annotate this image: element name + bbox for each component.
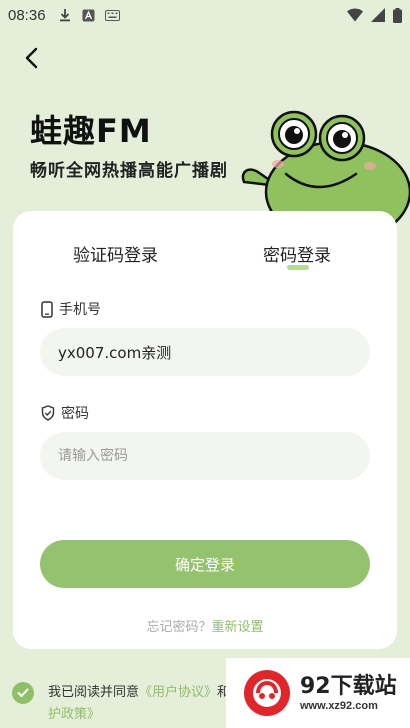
keyboard-icon: [104, 9, 120, 21]
phone-icon: [41, 300, 53, 318]
status-time: 08:36: [8, 6, 46, 24]
status-notification-icons: [58, 8, 120, 22]
status-system-icons: [347, 7, 402, 23]
agreement-prefix: 我已阅读并同意: [48, 685, 140, 700]
back-button[interactable]: [18, 44, 46, 72]
wifi-icon: [347, 8, 363, 22]
reset-password-link[interactable]: 重新设置: [212, 620, 264, 635]
login-card: 验证码登录 密码登录 手机号 密码 确定登录 忘记密码？重新设置: [13, 211, 397, 649]
forgot-password-text: 忘记密码？: [146, 620, 212, 635]
checkmark-icon: [17, 688, 29, 697]
chevron-left-icon: [25, 47, 38, 69]
phone-field-label: 手机号: [41, 299, 101, 319]
forgot-password-row: 忘记密码？重新设置: [13, 616, 397, 635]
shield-check-icon: [41, 405, 55, 421]
phone-label-text: 手机号: [59, 302, 101, 318]
agreement-text: 我已阅读并同意《用户协议》和 护政策》: [48, 682, 238, 726]
confirm-login-button[interactable]: 确定登录: [40, 540, 370, 588]
password-label-text: 密码: [61, 406, 89, 422]
privacy-policy-link[interactable]: 护政策》: [48, 707, 100, 722]
status-bar: 08:36: [0, 0, 410, 30]
password-field-label: 密码: [41, 403, 89, 423]
brand-slogan: 畅听全网热播高能广播剧: [30, 161, 228, 181]
password-input[interactable]: [40, 432, 370, 480]
watermark-url: www.xz92.com: [300, 700, 378, 712]
agreement-checkbox[interactable]: [12, 682, 34, 704]
watermark-logo-icon: [244, 670, 290, 716]
battery-icon: [393, 7, 402, 23]
phone-input[interactable]: [40, 328, 370, 376]
site-watermark: 92下载站 www.xz92.com: [226, 658, 410, 728]
tab-sms-login[interactable]: 验证码登录: [73, 241, 158, 266]
watermark-title: 92下载站: [300, 674, 397, 699]
login-tabs: 验证码登录 密码登录: [13, 241, 397, 271]
signal-icon: [371, 8, 385, 22]
tab-password-login[interactable]: 密码登录: [263, 241, 331, 266]
download-icon: [59, 9, 70, 22]
frog-mascot-illustration: [241, 110, 410, 224]
font-app-icon: [82, 9, 95, 21]
user-agreement-link[interactable]: 《用户协议》: [139, 685, 217, 700]
brand-title: 蛙趣FM: [30, 112, 152, 150]
